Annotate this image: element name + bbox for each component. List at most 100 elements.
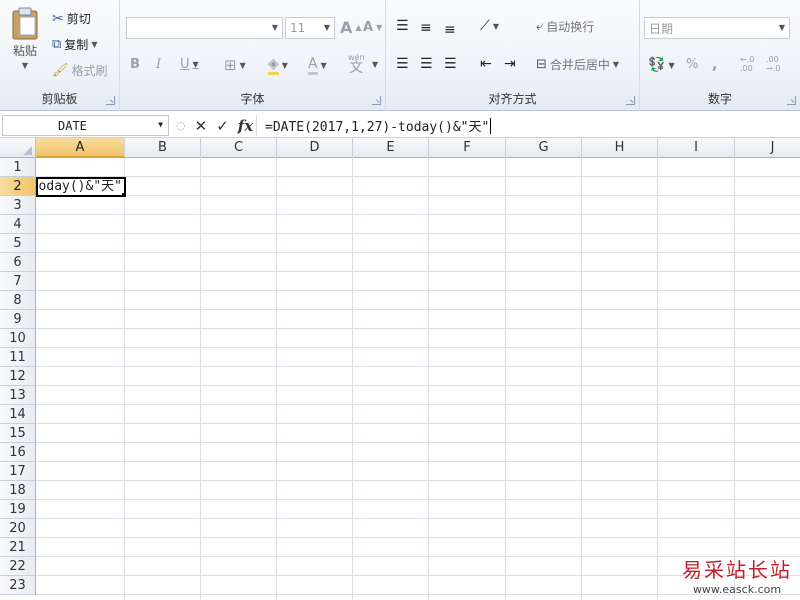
accounting-format-button[interactable]: 💱 ▼ [648, 57, 675, 73]
copy-button[interactable]: ⧉ 复制 ▼ [52, 36, 97, 53]
column-header-i[interactable]: I [658, 138, 735, 158]
increase-indent-icon: ⇥ [504, 56, 516, 72]
chevron-down-icon[interactable]: ▼ [158, 120, 163, 129]
number-group-label: 数字 [707, 92, 732, 106]
shrink-font-icon: A [363, 20, 374, 35]
column-header-a[interactable]: A [36, 138, 125, 158]
number-group: 日期 ▼ 💱 ▼ % , ←.0 .00 .00 →.0 数字 [640, 0, 800, 111]
merge-center-button[interactable]: ⊟ 合并后居中 ▼ [536, 56, 619, 73]
insert-function-icon[interactable]: fx [238, 117, 253, 135]
bold-button[interactable]: B [130, 57, 140, 72]
scroll-handle-icon[interactable]: ◌ [176, 119, 186, 132]
row-header-4[interactable]: 4 [0, 215, 36, 234]
row-header-2[interactable]: 2 [0, 177, 36, 196]
dialog-launcher-icon[interactable] [372, 96, 381, 105]
column-header-e[interactable]: E [353, 138, 429, 158]
align-middle-icon: ≡ [420, 20, 432, 36]
column-header-c[interactable]: C [201, 138, 277, 158]
borders-button[interactable]: ⊞ ▼ [224, 56, 246, 74]
column-header-f[interactable]: F [429, 138, 506, 158]
row-header-11[interactable]: 11 [0, 348, 36, 367]
row-header-8[interactable]: 8 [0, 291, 36, 310]
font-name-select[interactable]: ▼ [126, 17, 283, 39]
wrap-text-icon: ⤶ [536, 19, 544, 34]
cut-label: 剪切 [66, 12, 91, 26]
row-header-3[interactable]: 3 [0, 196, 36, 215]
align-right-button[interactable]: ☰ [444, 56, 457, 72]
row-header-21[interactable]: 21 [0, 538, 36, 557]
fill-color-button[interactable]: ◈ ▼ [268, 56, 288, 75]
phonetic-button[interactable]: wén 文 [348, 52, 365, 75]
align-bottom-button[interactable]: ≡ [444, 22, 456, 38]
cell-area[interactable] [36, 158, 800, 600]
row-header-7[interactable]: 7 [0, 272, 36, 291]
grow-font-icon: A [340, 18, 353, 37]
column-gridline [428, 158, 429, 600]
row-header-23[interactable]: 23 [0, 576, 36, 595]
font-group-label: 字体 [240, 92, 265, 106]
column-gridline [734, 158, 735, 600]
align-center-button[interactable]: ☰ [420, 56, 433, 72]
align-top-button[interactable]: ☰ [396, 18, 409, 34]
row-header-1[interactable]: 1 [0, 158, 36, 177]
chevron-down-icon: ▼ [612, 60, 620, 69]
row-header-10[interactable]: 10 [0, 329, 36, 348]
row-header-17[interactable]: 17 [0, 462, 36, 481]
cut-button[interactable]: ✂ 剪切 [52, 10, 91, 27]
increase-indent-button[interactable]: ⇥ [504, 56, 516, 72]
enter-icon[interactable]: ✓ [216, 117, 229, 135]
active-cell[interactable]: =DATE(2017,1,27)-today()&"天" [36, 177, 126, 197]
font-color-button[interactable]: A ▼ [308, 56, 327, 75]
dialog-launcher-icon[interactable] [106, 96, 115, 105]
column-gridline [276, 158, 277, 600]
percent-button[interactable]: % [686, 57, 698, 72]
name-box[interactable]: DATE ▼ [2, 115, 169, 136]
number-format-select[interactable]: 日期 ▼ [644, 17, 790, 39]
align-middle-button[interactable]: ≡ [420, 20, 432, 36]
row-header-5[interactable]: 5 [0, 234, 36, 253]
row-header-6[interactable]: 6 [0, 253, 36, 272]
decrease-decimal-icon: .00 →.0 [766, 55, 781, 73]
italic-button[interactable]: I [156, 57, 161, 72]
increase-decimal-button[interactable]: ←.0 .00 [740, 55, 754, 73]
row-header-16[interactable]: 16 [0, 443, 36, 462]
select-all-button[interactable] [0, 138, 36, 158]
column-header-j[interactable]: J [735, 138, 800, 158]
align-left-button[interactable]: ☰ [396, 56, 409, 72]
dialog-launcher-icon[interactable] [787, 96, 796, 105]
column-header-d[interactable]: D [277, 138, 353, 158]
font-size-select[interactable]: 11 ▼ [285, 17, 335, 39]
row-header-14[interactable]: 14 [0, 405, 36, 424]
merge-center-label: 合并后居中 [549, 58, 610, 72]
row-header-22[interactable]: 22 [0, 557, 36, 576]
underline-button[interactable]: U ▼ [180, 57, 199, 72]
worksheet-grid[interactable]: ABCDEFGHIJ 1 2 3 4 5 6 7 8 9 10 11 12 13 14 15 16 17 18 19… [0, 138, 800, 600]
column-header-h[interactable]: H [582, 138, 658, 158]
text-orientation-icon: ⟋ [480, 18, 490, 34]
row-header-19[interactable]: 19 [0, 500, 36, 519]
column-header-g[interactable]: G [506, 138, 582, 158]
format-painter-button[interactable]: 🖌 格式刷 [52, 62, 108, 79]
decrease-decimal-button[interactable]: .00 →.0 [766, 55, 780, 73]
dialog-launcher-icon[interactable] [626, 96, 635, 105]
grow-font-button[interactable]: A ▲ [340, 18, 362, 37]
shrink-font-button[interactable]: A ▼ [363, 20, 382, 35]
wrap-text-button[interactable]: ⤶ 自动换行 [536, 18, 594, 35]
orientation-button[interactable]: ⟋ ▼ [480, 18, 499, 34]
paste-button[interactable]: 粘贴 ▼ [6, 6, 44, 80]
decrease-indent-button[interactable]: ⇤ [480, 56, 492, 72]
row-header-13[interactable]: 13 [0, 386, 36, 405]
align-top-icon: ☰ [396, 18, 409, 34]
cancel-icon[interactable]: ✕ [195, 117, 208, 135]
row-header-18[interactable]: 18 [0, 481, 36, 500]
column-header-b[interactable]: B [125, 138, 201, 158]
align-center-icon: ☰ [420, 56, 433, 72]
comma-button[interactable]: , [712, 57, 717, 73]
row-header-12[interactable]: 12 [0, 367, 36, 386]
scissors-icon: ✂ [52, 10, 64, 27]
row-header-15[interactable]: 15 [0, 424, 36, 443]
row-header-20[interactable]: 20 [0, 519, 36, 538]
row-header-9[interactable]: 9 [0, 310, 36, 329]
formula-input[interactable]: =DATE(2017,1,27)-today()&"天" [256, 115, 798, 136]
column-gridline [581, 158, 582, 600]
